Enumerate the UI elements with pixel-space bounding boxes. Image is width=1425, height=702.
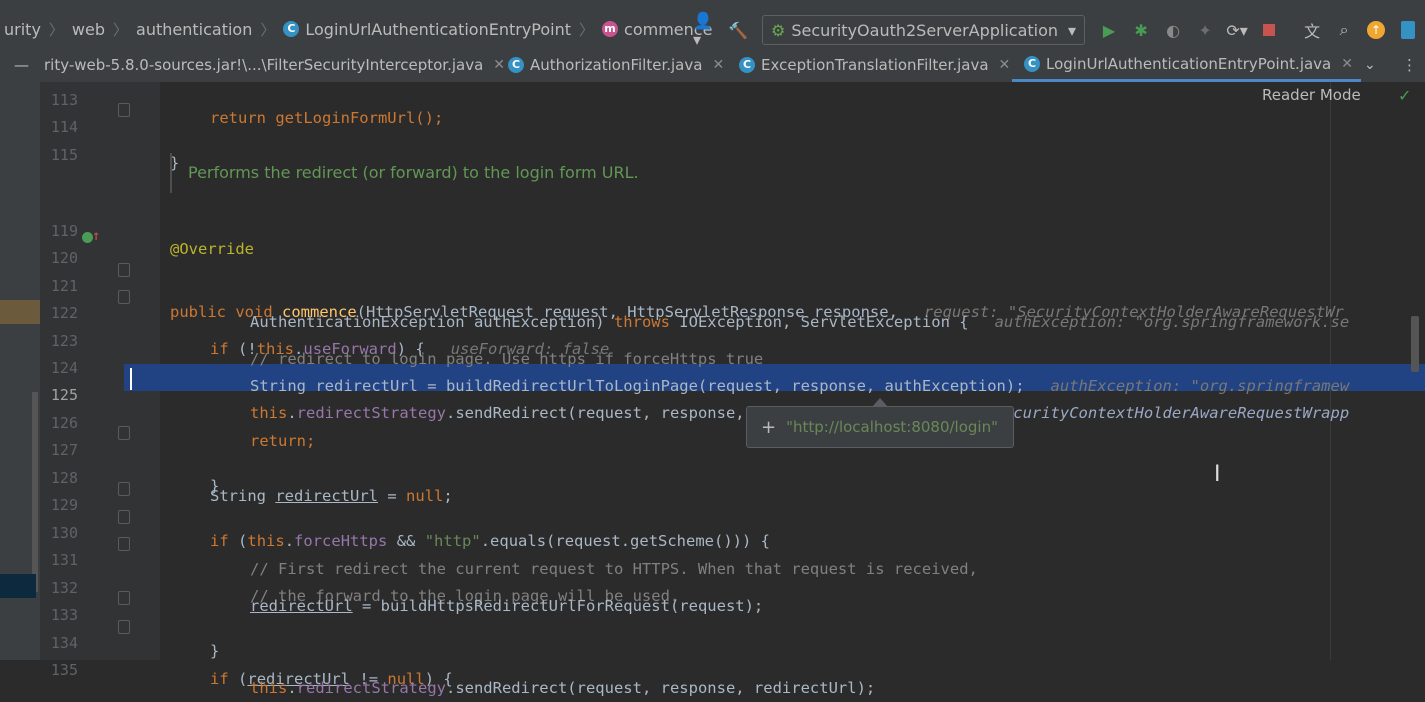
debug-icon[interactable]: ✱ [1128, 17, 1154, 43]
code-line: 131 // the forward to the login page wil… [0, 529, 1425, 605]
breadcrumb-item-web[interactable]: web [68, 20, 109, 39]
code-line: 128 String redirectUrl = null; [0, 447, 1425, 505]
run-icon[interactable]: ▶ [1096, 17, 1122, 43]
code-token: ( [238, 670, 248, 688]
code-token: if [210, 670, 229, 688]
breadcrumb-class-label: LoginUrlAuthenticationEntryPoint [305, 19, 572, 39]
chevron-down-icon: ▾ [1068, 20, 1077, 40]
popup-value: "http://localhost:8080/login" [786, 418, 998, 436]
stop-icon[interactable] [1256, 17, 1282, 43]
code-line: 130 // First redirect the current reques… [0, 502, 1425, 578]
code-line: 121 AuthenticationException authExceptio… [0, 255, 1425, 331]
breadcrumb-item-class[interactable]: C LoginUrlAuthenticationEntryPoint [279, 20, 575, 39]
code-text[interactable]: this.redirectStrategy.sendRedirect(reque… [250, 675, 875, 702]
fold-icon[interactable] [118, 103, 130, 117]
code-line: 133 } [0, 584, 1425, 660]
code-line: 135 this.redirectStrategy.sendRedirect(r… [0, 639, 1425, 697]
expand-plus-icon[interactable]: + [761, 417, 776, 438]
code-token: .sendRedirect(request, response, redirec… [445, 679, 876, 697]
breadcrumb: urity 〉 web 〉 authentication 〉 C LoginUrl… [0, 12, 716, 46]
run-toolbar: 👤▾ 🔨 ⚙ SecurityOauth2ServerApplication ▾… [690, 11, 1424, 49]
build-hammer-icon[interactable]: 🔨 [725, 17, 751, 43]
code-line: 113 return getLoginFormUrl(); [0, 69, 1425, 127]
class-icon: C [283, 21, 300, 37]
fold-icon[interactable] [118, 290, 130, 304]
text-cursor-icon: I [1214, 462, 1221, 487]
line-number: 135 [50, 661, 78, 679]
fold-icon[interactable] [118, 591, 130, 605]
code-token: . [287, 679, 297, 697]
user-icon[interactable]: 👤▾ [693, 11, 719, 49]
breadcrumb-item-authentication[interactable]: authentication [132, 20, 256, 39]
code-line: 123 // redirect to login page. Use https… [0, 310, 1425, 368]
fold-icon[interactable] [118, 426, 130, 440]
code-line: 127 } [0, 419, 1425, 495]
method-icon: m [602, 21, 619, 37]
more-run-icon[interactable]: ⟳▾ [1224, 17, 1250, 43]
chevron-right-icon: 〉 [113, 20, 129, 39]
spring-boot-icon: ⚙ [771, 20, 786, 40]
code-token: redirectStrategy [296, 679, 446, 697]
line-number: 115 [50, 146, 78, 164]
code-line: 129 if (this.forceHttps && "http".equals… [0, 474, 1425, 550]
coverage-icon[interactable]: ◐ [1160, 17, 1186, 43]
chevron-right-icon: 〉 [579, 20, 595, 39]
fold-icon[interactable] [118, 537, 130, 551]
fold-icon[interactable] [118, 620, 130, 634]
fold-icon[interactable] [118, 510, 130, 524]
editor-scrollbar[interactable] [1411, 316, 1419, 372]
code-line: 122 if (!this.useForward) {useForward: f… [0, 282, 1425, 358]
code-line: 115 [0, 124, 1425, 164]
code-line: 119 @Override [0, 200, 1425, 258]
code-line-current: 125 this.redirectStrategy.sendRedirect(r… [0, 364, 1425, 422]
plugin-icon[interactable] [1395, 17, 1421, 43]
reader-mode-toggle[interactable]: Reader Mode [1262, 86, 1361, 104]
value-tooltip-popup: + "http://localhost:8080/login" [746, 406, 1014, 448]
chevron-right-icon: 〉 [48, 20, 64, 39]
run-configuration-label: SecurityOauth2ServerApplication [791, 20, 1059, 40]
checkmark-icon[interactable]: ✓ [1398, 86, 1411, 105]
translate-icon[interactable]: 文 [1299, 17, 1325, 43]
fold-icon[interactable] [118, 263, 130, 277]
chevron-right-icon: 〉 [260, 20, 276, 39]
search-icon[interactable]: ⌕ [1331, 17, 1357, 43]
update-icon[interactable]: ↑ [1363, 17, 1389, 43]
code-token: this [250, 679, 288, 697]
code-line: 134 if (redirectUrl != null) { [0, 612, 1425, 688]
code-line: 132 redirectUrl = buildHttpsRedirectUrlF… [0, 557, 1425, 615]
breadcrumb-item-module[interactable]: urity [0, 20, 45, 39]
arrow-up-icon[interactable]: ↑ [92, 228, 100, 244]
code-line: 114 } [0, 96, 1425, 172]
code-line: 120 ↑ public void commence(HttpServletRe… [0, 227, 1425, 321]
fold-icon[interactable] [118, 482, 130, 496]
profile-icon[interactable]: ✦ [1192, 17, 1218, 43]
code-line: 126 return; [0, 392, 1425, 450]
code-line: 124 String redirectUrl = buildRedirectUr… [0, 337, 1425, 395]
run-configuration-select[interactable]: ⚙ SecurityOauth2ServerApplication ▾ [762, 15, 1086, 45]
rendered-doc-comment: Performs the redirect (or forward) to th… [170, 153, 1088, 193]
